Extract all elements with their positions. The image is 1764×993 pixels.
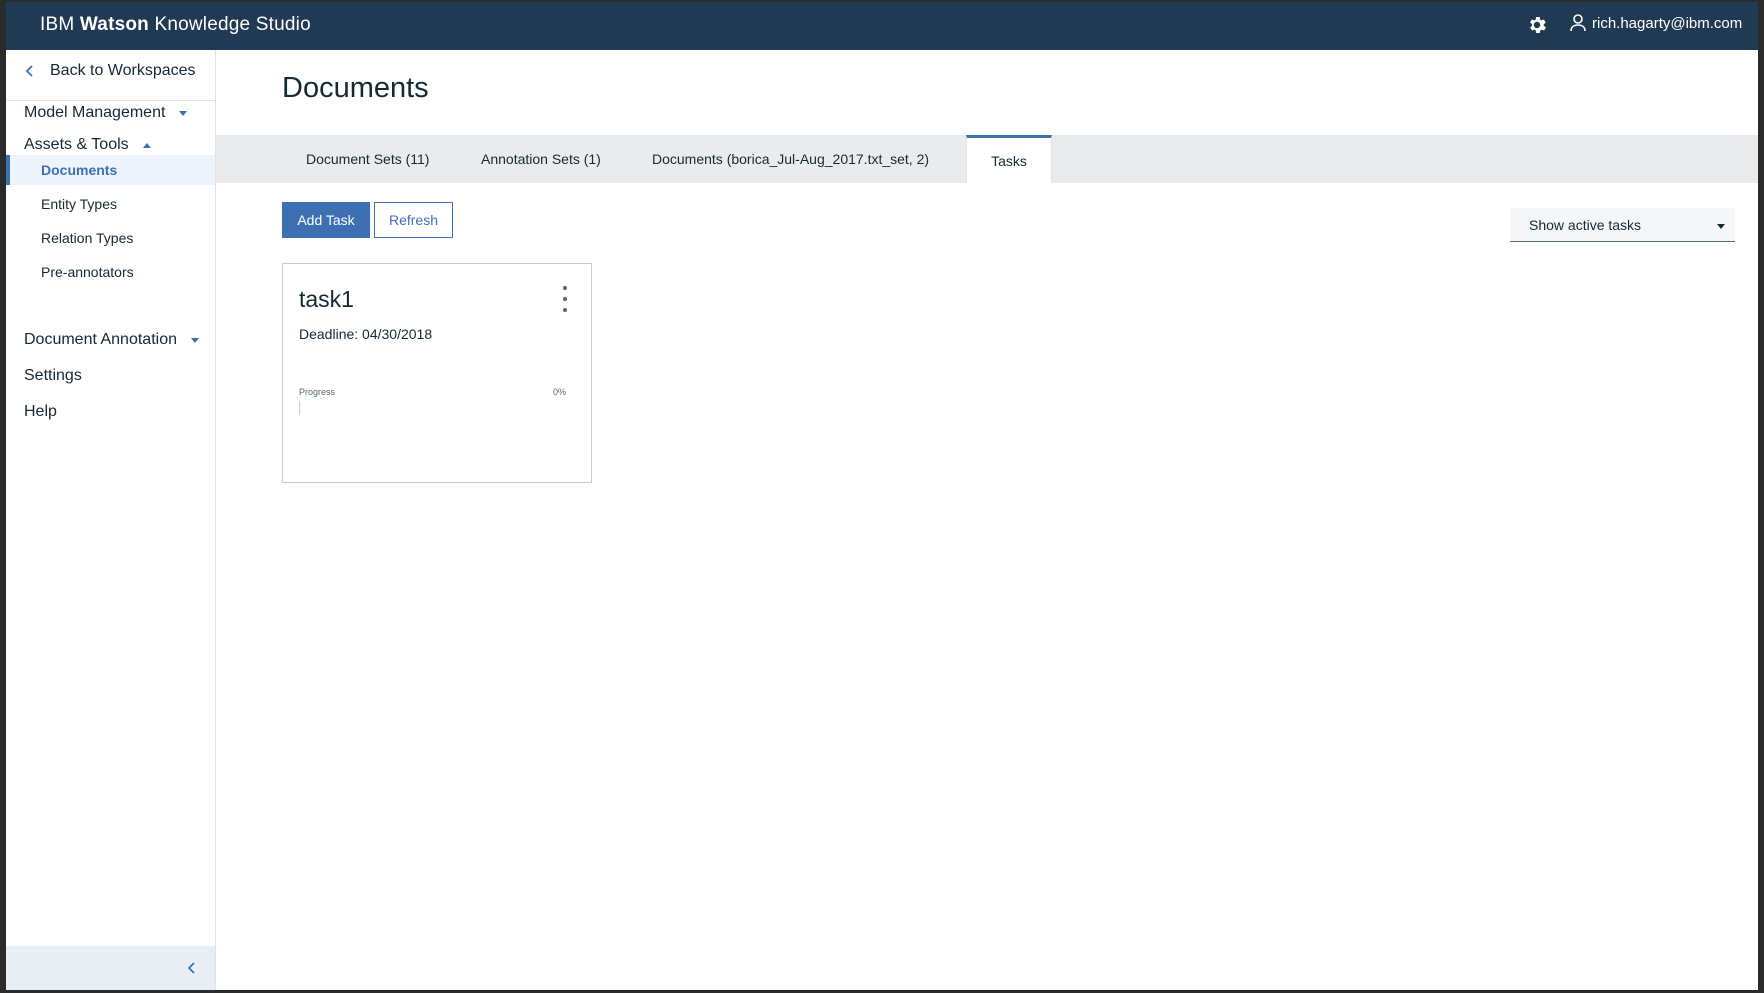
add-task-button[interactable]: Add Task (282, 202, 370, 238)
section-label: Help (24, 403, 57, 420)
tab-label: Document Sets (11) (306, 151, 430, 167)
sidebar-section-model-management[interactable]: Model Management (24, 104, 188, 122)
chevron-left-icon (25, 65, 33, 77)
tab-document-sets[interactable]: Document Sets (11) (306, 135, 429, 183)
tab-annotation-sets[interactable]: Annotation Sets (1) (481, 135, 601, 183)
sidebar-section-settings[interactable]: Settings (24, 367, 82, 385)
sidebar-item-pre-annotators[interactable]: Pre-annotators (6, 257, 215, 287)
caret-up-icon (142, 142, 151, 148)
brand-watson: Watson (79, 14, 149, 35)
sidebar-item-relation-types[interactable]: Relation Types (6, 223, 215, 253)
section-label: Model Management (24, 104, 166, 121)
sidebar-item-label: Relation Types (41, 230, 134, 246)
sidebar-item-documents[interactable]: Documents (6, 155, 215, 185)
task-filter-select[interactable]: Show active tasks (1510, 208, 1735, 242)
sidebar-section-document-annotation[interactable]: Document Annotation (24, 331, 199, 349)
task-deadline: Deadline: 04/30/2018 (299, 326, 433, 342)
sidebar-item-label: Documents (41, 162, 118, 178)
caret-down-icon (191, 337, 199, 343)
sidebar-footer (6, 946, 215, 990)
sidebar-divider (6, 100, 215, 101)
tab-documents-set[interactable]: Documents (borica_Jul-Aug_2017.txt_set, … (652, 135, 929, 183)
app-window: IBM Watson Knowledge Studio rich.hagarty… (6, 2, 1758, 990)
progress-bar (299, 401, 563, 415)
user-icon (1570, 14, 1586, 32)
sidebar: Back to Workspaces Model Management Asse… (6, 50, 216, 990)
overflow-menu-icon[interactable] (559, 286, 571, 312)
tab-label: Documents (borica_Jul-Aug_2017.txt_set, … (652, 151, 930, 167)
brand-logo: IBM Watson Knowledge Studio (40, 14, 311, 36)
progress-label: Progress (299, 387, 336, 397)
task-name: task1 (299, 286, 354, 312)
section-label: Assets & Tools (24, 136, 129, 153)
sidebar-section-help[interactable]: Help (24, 403, 57, 421)
back-label: Back to Workspaces (50, 62, 196, 79)
select-value: Show active tasks (1529, 216, 1642, 233)
page-title: Documents (282, 72, 429, 104)
progress-start-tick (299, 401, 300, 415)
tab-bar: Document Sets (11) Annotation Sets (1) D… (216, 135, 1758, 183)
tab-tasks[interactable]: Tasks (966, 135, 1052, 183)
user-menu[interactable]: rich.hagarty@ibm.com (1570, 14, 1742, 32)
section-label: Settings (24, 367, 82, 384)
sidebar-section-assets-tools[interactable]: Assets & Tools (24, 136, 151, 154)
gear-icon[interactable] (1526, 14, 1548, 36)
user-email: rich.hagarty@ibm.com (1592, 14, 1743, 32)
tab-label: Annotation Sets (1) (481, 151, 601, 167)
tab-label: Tasks (991, 152, 1027, 169)
progress-value: 0% (553, 387, 567, 397)
top-bar: IBM Watson Knowledge Studio rich.hagarty… (6, 2, 1758, 50)
refresh-button[interactable]: Refresh (374, 202, 453, 238)
brand-product: Knowledge Studio (154, 14, 311, 35)
sidebar-item-label: Pre-annotators (41, 264, 134, 280)
caret-down-icon (1717, 224, 1725, 229)
sidebar-item-label: Entity Types (41, 196, 118, 212)
sidebar-item-entity-types[interactable]: Entity Types (6, 189, 215, 219)
brand-ibm: IBM (40, 14, 75, 35)
collapse-sidebar-icon[interactable] (186, 962, 198, 974)
task-card[interactable]: task1 Deadline: 04/30/2018 Progress 0% (282, 263, 592, 483)
main-content: Documents Document Sets (11) Annotation … (216, 50, 1758, 990)
back-to-workspaces-link[interactable]: Back to Workspaces (24, 62, 196, 80)
section-label: Document Annotation (24, 331, 177, 348)
caret-down-icon (179, 110, 188, 116)
